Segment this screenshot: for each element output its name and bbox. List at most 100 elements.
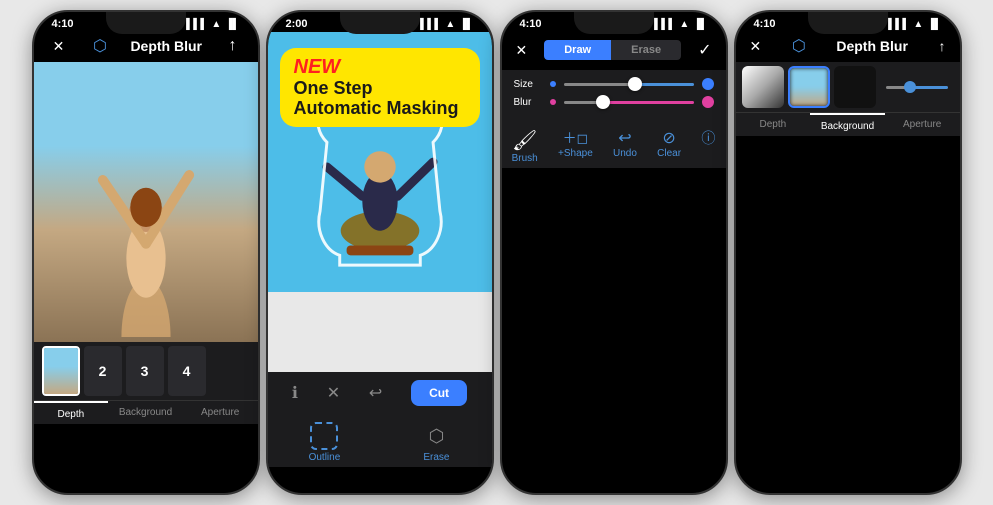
undo-tool[interactable]: ↩ Undo	[613, 128, 637, 164]
wifi-icon-2: ▲	[445, 19, 455, 30]
close-icon-1[interactable]: ✕	[48, 38, 70, 55]
check-icon-3[interactable]: ✓	[698, 40, 711, 60]
status-icons-2: ▌▌▌ ▲ ▐▌	[420, 19, 473, 30]
status-time-1: 4:10	[52, 18, 74, 30]
notch-4	[808, 12, 888, 34]
brush-bottom: 🖌 Brush ＋◻ +Shape ↩ Undo ⊘ Clear ⓘ	[502, 122, 726, 168]
share-icon-1[interactable]: ↑	[221, 37, 243, 55]
size-row: Size	[514, 78, 714, 90]
blur-amount-section	[880, 66, 954, 108]
blur-amount-thumb	[904, 81, 916, 93]
erase-label-2: Erase	[422, 452, 450, 463]
battery-icon-4: ▐▌	[927, 19, 941, 30]
tab-aperture-1[interactable]: Aperture	[183, 401, 258, 424]
tabs-bar-1: Depth Background Aperture	[34, 400, 258, 424]
photo-blur-preview	[790, 68, 828, 106]
close-icon-3[interactable]: ✕	[516, 42, 528, 59]
phone-frame-2: 2:00 ▌▌▌ ▲ ▐▌ NEW One StepAutomatic Mask…	[266, 10, 494, 495]
thumb-4[interactable]: 4	[168, 346, 206, 396]
notch-2	[340, 12, 420, 34]
clear-tool[interactable]: ⊘ Clear	[657, 128, 681, 164]
battery-icon-2: ▐▌	[459, 19, 473, 30]
status-icons-4: ▌▌▌ ▲ ▐▌	[888, 19, 941, 30]
screenshots-container: 4:10 ▌▌▌ ▲ ▐▌ ✕ ⬡ Depth Blur ↑	[0, 0, 993, 505]
status-time-3: 4:10	[520, 18, 542, 30]
shape-label: +Shape	[558, 148, 593, 159]
phone-screen-2: 2:00 ▌▌▌ ▲ ▐▌ NEW One StepAutomatic Mask…	[268, 12, 492, 493]
tab-background-4[interactable]: Background	[810, 113, 885, 136]
blur-track[interactable]	[886, 86, 948, 89]
status-time-2: 2:00	[286, 18, 308, 30]
undo-label: Undo	[613, 148, 637, 159]
new-badge: NEW One StepAutomatic Masking	[280, 48, 480, 127]
tab-depth-4[interactable]: Depth	[736, 113, 811, 136]
signal-icon-4: ▌▌▌	[888, 19, 909, 30]
close-tool-icon-2[interactable]: ✕	[327, 383, 340, 403]
blur-slider[interactable]	[564, 101, 694, 104]
brush-label-btn: Brush	[512, 153, 538, 164]
clear-label: Clear	[657, 148, 681, 159]
signal-icon-2: ▌▌▌	[420, 19, 441, 30]
s2-bottom-tools: Outline ⬡ Erase	[268, 414, 492, 467]
woman-bg-1	[34, 62, 258, 342]
notch-3	[574, 12, 654, 34]
share-icon-4[interactable]: ↑	[939, 38, 946, 54]
status-icons-1: ▌▌▌ ▲ ▐▌	[186, 19, 239, 30]
erase-btn[interactable]: Erase	[611, 40, 681, 60]
phone-screen-4: 4:10 ▌▌▌ ▲ ▐▌ ✕ ⬡ Depth Blur ↑	[736, 12, 960, 493]
thumb-2[interactable]: 2	[84, 346, 122, 396]
cut-button-2[interactable]: Cut	[411, 380, 467, 406]
erase-tool[interactable]: ⬡ Erase	[422, 422, 450, 463]
brush-tool[interactable]: 🖌 Brush	[512, 128, 538, 164]
app-header-4: ✕ ⬡ Depth Blur ↑	[736, 32, 960, 62]
wifi-icon-1: ▲	[211, 19, 221, 30]
main-image-1	[34, 62, 258, 342]
header-title-4: Depth Blur	[836, 38, 908, 54]
wifi-icon-3: ▲	[679, 19, 689, 30]
size-min-dot	[550, 81, 556, 87]
draw-btn[interactable]: Draw	[544, 40, 611, 60]
skater-white-section	[268, 292, 492, 372]
tab-aperture-4[interactable]: Aperture	[885, 113, 960, 136]
tab-depth-1[interactable]: Depth	[34, 401, 109, 424]
blur-amount-row	[886, 86, 948, 89]
swatch-bw[interactable]	[742, 66, 784, 108]
brush-controls: Size Blur	[502, 70, 726, 122]
bg-panel	[736, 62, 960, 112]
battery-icon-3: ▐▌	[693, 19, 707, 30]
black-swatch	[834, 66, 876, 108]
blur-row: Blur	[514, 96, 714, 108]
tabs-bar-4: Depth Background Aperture	[736, 112, 960, 136]
bw-gradient	[742, 66, 784, 108]
phone-screen-1: 4:10 ▌▌▌ ▲ ▐▌ ✕ ⬡ Depth Blur ↑	[34, 12, 258, 493]
size-label: Size	[514, 79, 542, 90]
swatch-photo-blur[interactable]	[788, 66, 830, 108]
swatch-black[interactable]	[834, 66, 876, 108]
battery-icon-1: ▐▌	[225, 19, 239, 30]
signal-icon-1: ▌▌▌	[186, 19, 207, 30]
help-tool[interactable]: ⓘ	[701, 128, 715, 164]
close-icon-4[interactable]: ✕	[750, 38, 762, 55]
badge-text: One StepAutomatic Masking	[294, 78, 459, 118]
outline-tool[interactable]: Outline	[309, 422, 341, 463]
outline-icon	[310, 422, 338, 450]
app-logo-1: ⬡	[89, 36, 111, 56]
blur-min-dot	[550, 99, 556, 105]
undo-icon-2[interactable]: ↩	[369, 383, 382, 403]
thumb-3[interactable]: 3	[126, 346, 164, 396]
tab-background-1[interactable]: Background	[108, 401, 183, 424]
app-header-1: ✕ ⬡ Depth Blur ↑	[34, 32, 258, 62]
eraser-icon: ⬡	[429, 426, 445, 447]
notch-1	[106, 12, 186, 34]
info-icon-2[interactable]: ℹ	[292, 383, 298, 403]
draw-erase-bar: Draw Erase	[544, 36, 681, 64]
outline-label: Outline	[309, 452, 341, 463]
status-icons-3: ▌▌▌ ▲ ▐▌	[654, 19, 707, 30]
phone-frame-4: 4:10 ▌▌▌ ▲ ▐▌ ✕ ⬡ Depth Blur ↑	[734, 10, 962, 495]
shape-tool[interactable]: ＋◻ +Shape	[558, 128, 593, 164]
signal-icon-3: ▌▌▌	[654, 19, 675, 30]
size-slider[interactable]	[564, 83, 694, 86]
thumb-1[interactable]	[42, 346, 80, 396]
s2-toolbar: ℹ ✕ ↩ Cut	[268, 372, 492, 414]
woman-figure-1	[34, 62, 258, 337]
